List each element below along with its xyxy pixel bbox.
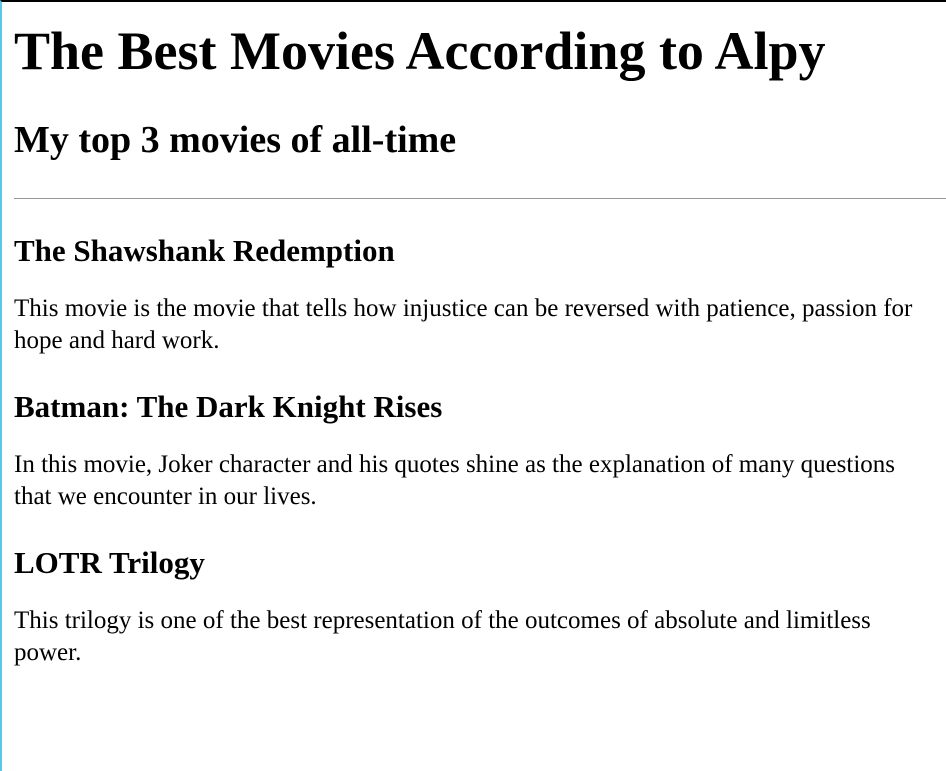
page-subtitle: My top 3 movies of all-time — [14, 119, 457, 161]
movie-description: This movie is the movie that tells how i… — [14, 295, 913, 354]
movie-description: This trilogy is one of the best represen… — [14, 607, 871, 666]
page-title: The Best Movies According to Alpy — [14, 21, 826, 81]
movie-title: Batman: The Dark Knight Rises — [14, 389, 443, 424]
movie-item: Batman: The Dark Knight Rises In this mo… — [14, 387, 946, 513]
movie-item: The Shawshank Redemption This movie is t… — [14, 231, 946, 357]
movie-title: The Shawshank Redemption — [14, 233, 395, 268]
divider — [14, 198, 946, 199]
movie-title: LOTR Trilogy — [14, 545, 205, 580]
movie-description: In this movie, Joker character and his q… — [14, 451, 896, 510]
movie-item: LOTR Trilogy This trilogy is one of the … — [14, 543, 946, 669]
